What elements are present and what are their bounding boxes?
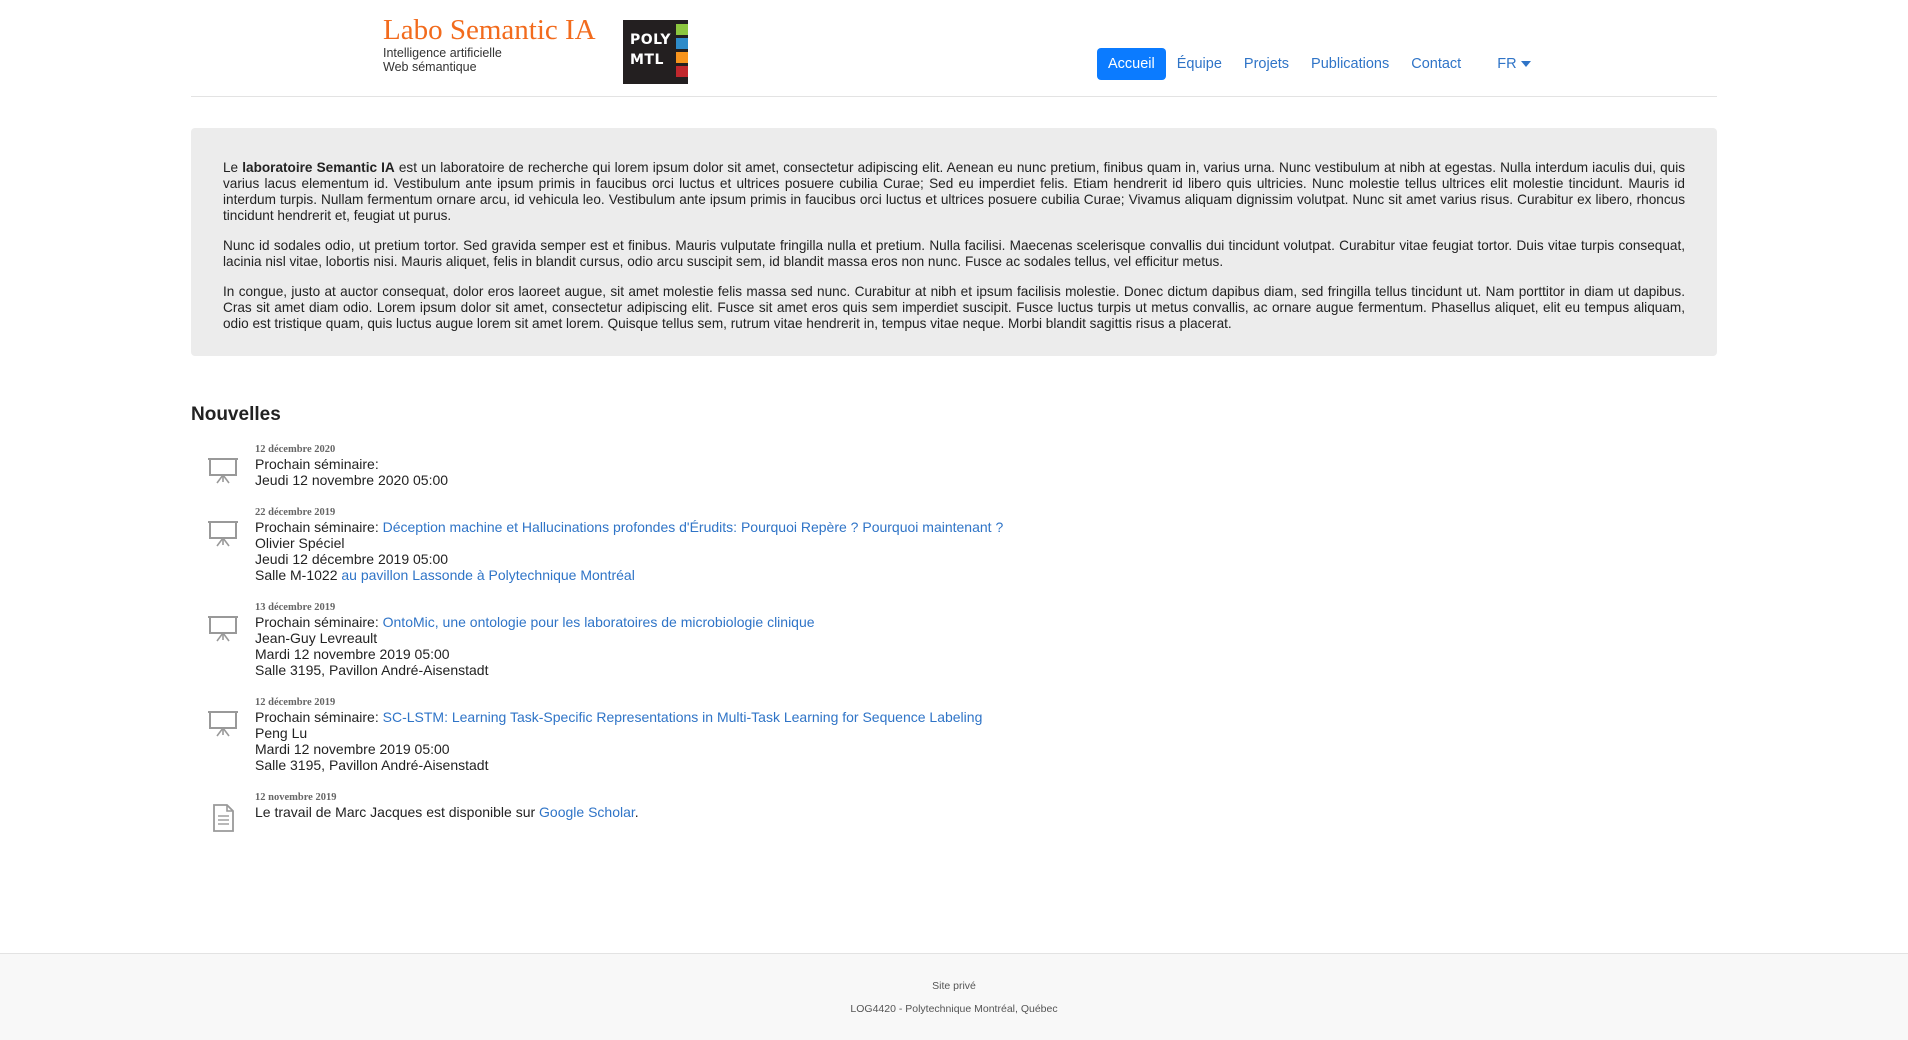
- seminar-title-link[interactable]: SC-LSTM: Learning Task-Specific Represen…: [383, 709, 983, 725]
- seminar-title-link[interactable]: OntoMic, une ontologie pour les laborato…: [383, 614, 815, 630]
- seminar-prefix: Prochain séminaire:: [255, 519, 379, 535]
- intro-paragraph-1: Le laboratoire Semantic IA est un labora…: [223, 160, 1685, 224]
- footer-copyright: LOG4420 - Polytechnique Montréal, Québec: [850, 1003, 1058, 1015]
- news-date: 13 décembre 2019: [255, 602, 336, 613]
- news-publication-line: Le travail de Marc Jacques est disponibl…: [255, 804, 1391, 820]
- intro-lab-name: laboratoire Semantic IA: [242, 160, 395, 175]
- main-nav: Accueil Équipe Projets Publications Cont…: [1097, 48, 1542, 80]
- seminar-title-link[interactable]: Déception machine et Hallucinations prof…: [383, 519, 1004, 535]
- site-subtitle-ai: Intelligence artificielle: [383, 46, 502, 60]
- news-item: 12 décembre 2020 Prochain séminaire: Jeu…: [191, 444, 1391, 488]
- logo-text: POLY MTL: [630, 30, 671, 70]
- news-room: Salle 3195, Pavillon André-Aisenstadt: [255, 757, 489, 773]
- news-datetime: Mardi 12 novembre 2019 05:00: [255, 741, 450, 757]
- seminar-prefix: Prochain séminaire:: [255, 709, 379, 725]
- news-item: 12 décembre 2019 Prochain séminaire: SC-…: [191, 697, 1391, 773]
- seminar-prefix: Prochain séminaire:: [255, 456, 379, 472]
- news-list: 12 décembre 2020 Prochain séminaire: Jeu…: [191, 444, 1391, 839]
- private-site-link[interactable]: Site privé: [932, 980, 976, 992]
- site-title[interactable]: Labo Semantic IA: [383, 14, 596, 46]
- news-seminar-line: Prochain séminaire:: [255, 456, 1391, 472]
- news-date: 12 décembre 2020: [255, 444, 336, 455]
- language-dropdown[interactable]: FR: [1486, 48, 1541, 80]
- brand[interactable]: Labo Semantic IA Intelligence artificiel…: [383, 14, 596, 74]
- logo-line-mtl: MTL: [630, 52, 664, 68]
- presentation-icon: [208, 458, 238, 484]
- intro-paragraph-3: In congue, justo at auctor consequat, do…: [223, 284, 1685, 331]
- site-header: Labo Semantic IA Intelligence artificiel…: [191, 0, 1717, 97]
- logo-line-poly: POLY: [630, 32, 672, 48]
- logo-bar-orange: [676, 52, 688, 63]
- news-room: Salle 3195, Pavillon André-Aisenstadt: [255, 662, 489, 678]
- nav-contact[interactable]: Contact: [1400, 48, 1472, 80]
- document-icon: [213, 804, 234, 832]
- nav-accueil[interactable]: Accueil: [1097, 48, 1166, 80]
- news-room: Salle M-1022 au pavillon Lassonde à Poly…: [255, 567, 1391, 583]
- nav-equipe[interactable]: Équipe: [1166, 48, 1233, 80]
- intro-prefix: Le: [223, 160, 243, 175]
- logo-bar-green: [676, 24, 688, 35]
- news-seminar-line: Prochain séminaire: SC-LSTM: Learning Ta…: [255, 709, 1391, 725]
- news-date: 12 novembre 2019: [255, 792, 337, 803]
- intro-box: Le laboratoire Semantic IA est un labora…: [191, 128, 1717, 356]
- news-datetime: Mardi 12 novembre 2019 05:00: [255, 646, 450, 662]
- site-subtitle-web: Web sémantique: [383, 60, 477, 74]
- presentation-icon: [208, 616, 238, 642]
- site-footer: Site privé LOG4420 - Polytechnique Montr…: [0, 953, 1908, 1040]
- google-scholar-link[interactable]: Google Scholar: [539, 804, 635, 820]
- intro-paragraph-2: Nunc id sodales odio, ut pretium tortor.…: [223, 238, 1685, 269]
- room-location-link[interactable]: au pavillon Lassonde à Polytechnique Mon…: [341, 567, 634, 583]
- news-speaker: Olivier Spéciel: [255, 535, 345, 551]
- language-label: FR: [1497, 56, 1517, 72]
- caret-down-icon: [1520, 61, 1531, 67]
- presentation-icon: [208, 521, 238, 547]
- news-item: 12 novembre 2019 Le travail de Marc Jacq…: [191, 792, 1391, 832]
- polymtl-logo[interactable]: POLY MTL: [623, 20, 688, 84]
- news-heading: Nouvelles: [191, 404, 281, 425]
- news-seminar-line: Prochain séminaire: OntoMic, une ontolog…: [255, 614, 1391, 630]
- room-label: Salle M-1022: [255, 567, 338, 583]
- news-datetime: Jeudi 12 décembre 2019 05:00: [255, 551, 449, 567]
- nav-publications[interactable]: Publications: [1300, 48, 1400, 80]
- logo-color-bars: [676, 24, 688, 80]
- logo-bar-red: [676, 66, 688, 77]
- news-seminar-line: Prochain séminaire: Déception machine et…: [255, 519, 1391, 535]
- intro-text: est un laboratoire de recherche qui lore…: [223, 160, 1686, 223]
- news-speaker: Jean-Guy Levreault: [255, 630, 378, 646]
- publication-text: Le travail de Marc Jacques est disponibl…: [255, 804, 540, 820]
- news-item: 22 décembre 2019 Prochain séminaire: Déc…: [191, 507, 1391, 583]
- seminar-prefix: Prochain séminaire:: [255, 614, 379, 630]
- publication-period: .: [634, 804, 639, 820]
- news-speaker: Peng Lu: [255, 725, 308, 741]
- nav-projets[interactable]: Projets: [1233, 48, 1300, 80]
- news-item: 13 décembre 2019 Prochain séminaire: Ont…: [191, 602, 1391, 678]
- news-datetime: Jeudi 12 novembre 2020 05:00: [255, 472, 449, 488]
- presentation-icon: [208, 711, 238, 737]
- news-date: 12 décembre 2019: [255, 697, 336, 708]
- news-date: 22 décembre 2019: [255, 507, 336, 518]
- logo-bar-blue: [676, 38, 688, 49]
